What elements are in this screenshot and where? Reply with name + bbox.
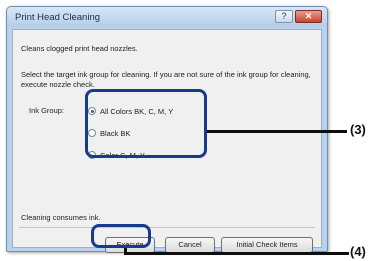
title-bar: Print Head Cleaning ? ✕ [7, 7, 327, 27]
instruction-text: Select the target ink group for cleaning… [21, 70, 311, 89]
description-text: Cleans clogged print head nozzles. [21, 44, 138, 53]
dialog-title: Print Head Cleaning [15, 12, 101, 23]
radio-group-highlight [85, 89, 207, 158]
callout-label-4: (4) [350, 244, 366, 259]
help-button[interactable]: ? [275, 10, 293, 23]
initial-check-items-button[interactable]: Initial Check Items [221, 237, 313, 253]
callout-line-4-horizontal [124, 252, 349, 255]
callout-label-3: (3) [350, 122, 366, 137]
divider [19, 227, 315, 228]
callout-line-3 [207, 130, 347, 133]
ink-group-label: Ink Group: [29, 106, 65, 115]
close-button[interactable]: ✕ [295, 10, 322, 23]
execute-button-highlight [91, 224, 151, 248]
cancel-button[interactable]: Cancel [165, 237, 215, 253]
consumes-ink-note: Cleaning consumes ink. [21, 213, 101, 222]
